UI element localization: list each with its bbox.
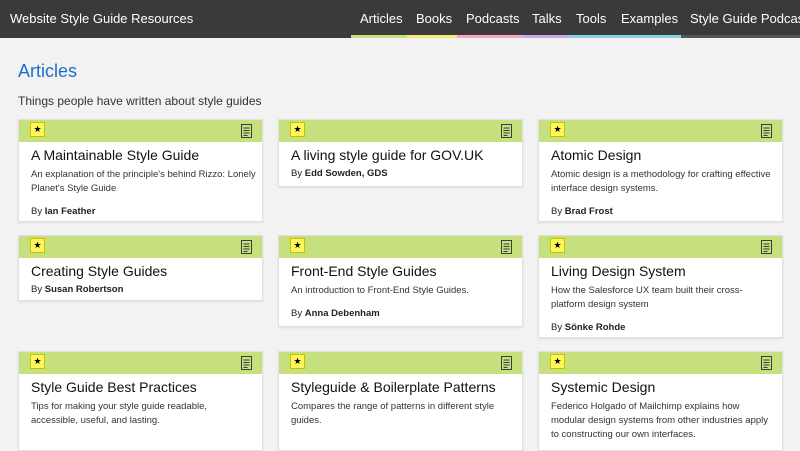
author-name: Brad Frost bbox=[564, 206, 613, 217]
star-icon[interactable]: ★ bbox=[290, 354, 305, 369]
card-description: Federico Holgado of Mailchimp explains h… bbox=[551, 401, 769, 440]
star-icon[interactable]: ★ bbox=[550, 354, 565, 369]
card-title[interactable]: Atomic Design bbox=[551, 147, 641, 163]
card-title[interactable]: Creating Style Guides bbox=[31, 263, 167, 279]
nav-talks[interactable]: Talks bbox=[532, 11, 562, 26]
article-card[interactable]: ★ Systemic Design Federico Holgado of Mail… bbox=[538, 351, 783, 451]
card-header-bar bbox=[279, 120, 522, 142]
article-card[interactable]: ★ Style Guide Best Practices Tips for maki… bbox=[18, 351, 263, 451]
card-title[interactable]: Living Design System bbox=[551, 263, 686, 279]
star-icon[interactable]: ★ bbox=[550, 238, 565, 253]
author-name: Anna Debenham bbox=[304, 308, 380, 319]
top-navigation-bar: Website Style Guide Resources Articles B… bbox=[0, 0, 800, 38]
card-description: An explanation of the principle's behind… bbox=[31, 169, 256, 194]
article-card[interactable]: ★ Creating Style Guides By Susan Robertson bbox=[18, 235, 263, 301]
author-name: Ian Feather bbox=[44, 206, 96, 217]
card-author: By Brad Frost bbox=[551, 206, 613, 217]
card-title[interactable]: Front-End Style Guides bbox=[291, 263, 437, 279]
nav-stripe-books bbox=[407, 35, 457, 38]
nav-examples[interactable]: Examples bbox=[621, 11, 678, 26]
document-icon bbox=[761, 124, 772, 138]
card-description: Compares the range of patterns in differ… bbox=[291, 401, 495, 426]
document-icon bbox=[501, 240, 512, 254]
intro-text: Things people have written about style g… bbox=[18, 94, 262, 108]
document-icon bbox=[241, 356, 252, 370]
card-header-bar bbox=[539, 120, 782, 142]
nav-tools[interactable]: Tools bbox=[576, 11, 606, 26]
nav-stripe-examples bbox=[612, 35, 681, 38]
nav-stripe-talks bbox=[523, 35, 567, 38]
card-author: By Sönke Rohde bbox=[551, 322, 625, 333]
by-label: By bbox=[291, 308, 303, 319]
card-description: How the Salesforce UX team built their c… bbox=[551, 285, 743, 310]
card-author: By Anna Debenham bbox=[291, 308, 380, 319]
card-description: An introduction to Front-End Style Guide… bbox=[291, 285, 469, 296]
card-header-bar bbox=[539, 352, 782, 374]
nav-stripe-articles bbox=[351, 35, 407, 38]
star-icon[interactable]: ★ bbox=[290, 122, 305, 137]
star-icon[interactable]: ★ bbox=[30, 354, 45, 369]
card-title[interactable]: A living style guide for GOV.UK bbox=[291, 147, 483, 163]
card-header-bar bbox=[19, 352, 262, 374]
document-icon bbox=[761, 356, 772, 370]
card-author: By Susan Robertson bbox=[31, 284, 123, 295]
author-name: Susan Robertson bbox=[44, 284, 124, 295]
card-header-bar bbox=[19, 120, 262, 142]
card-title[interactable]: Styleguide & Boilerplate Patterns bbox=[291, 379, 496, 395]
nav-stripe-podcasts bbox=[457, 35, 523, 38]
star-icon[interactable]: ★ bbox=[30, 122, 45, 137]
by-label: By bbox=[291, 168, 303, 179]
card-header-bar bbox=[19, 236, 262, 258]
card-title[interactable]: Systemic Design bbox=[551, 379, 655, 395]
article-card[interactable]: ★ Front-End Style Guides An introduction t… bbox=[278, 235, 523, 327]
document-icon bbox=[761, 240, 772, 254]
nav-stripe-tools bbox=[567, 35, 612, 38]
nav-podcasts[interactable]: Podcasts bbox=[466, 11, 519, 26]
author-name: Edd Sowden, GDS bbox=[304, 168, 388, 179]
star-icon[interactable]: ★ bbox=[290, 238, 305, 253]
card-title[interactable]: A Maintainable Style Guide bbox=[31, 147, 199, 163]
card-header-bar bbox=[279, 352, 522, 374]
by-label: By bbox=[551, 206, 563, 217]
nav-articles[interactable]: Articles bbox=[360, 11, 403, 26]
page-title: Articles bbox=[18, 61, 78, 81]
author-name: Sönke Rohde bbox=[564, 322, 626, 333]
document-icon bbox=[501, 356, 512, 370]
card-title[interactable]: Style Guide Best Practices bbox=[31, 379, 197, 395]
card-header-bar bbox=[539, 236, 782, 258]
star-icon[interactable]: ★ bbox=[30, 238, 45, 253]
by-label: By bbox=[31, 206, 43, 217]
card-author: By Edd Sowden, GDS bbox=[291, 168, 388, 179]
document-icon bbox=[241, 240, 252, 254]
article-card[interactable]: ★ Styleguide & Boilerplate Patterns Compar… bbox=[278, 351, 523, 451]
article-card[interactable]: ★ Atomic Design Atomic design is a methodo… bbox=[538, 119, 783, 222]
card-header-bar bbox=[279, 236, 522, 258]
nav-books[interactable]: Books bbox=[416, 11, 452, 26]
card-description: Tips for making your style guide readabl… bbox=[31, 401, 208, 426]
card-author: By Ian Feather bbox=[31, 206, 95, 217]
nav-style-guide-podcast[interactable]: Style Guide Podcast bbox=[690, 11, 800, 26]
document-icon bbox=[501, 124, 512, 138]
card-description: Atomic design is a methodology for craft… bbox=[551, 169, 771, 194]
article-card[interactable]: ★ A living style guide for GOV.UK By Edd S… bbox=[278, 119, 523, 187]
star-icon[interactable]: ★ bbox=[550, 122, 565, 137]
article-card[interactable]: ★ A Maintainable Style Guide An explanatio… bbox=[18, 119, 263, 222]
by-label: By bbox=[31, 284, 43, 295]
document-icon bbox=[241, 124, 252, 138]
nav-stripe-podcast bbox=[681, 35, 800, 38]
by-label: By bbox=[551, 322, 563, 333]
site-title[interactable]: Website Style Guide Resources bbox=[10, 11, 193, 26]
article-card[interactable]: ★ Living Design System How the Salesforce … bbox=[538, 235, 783, 338]
